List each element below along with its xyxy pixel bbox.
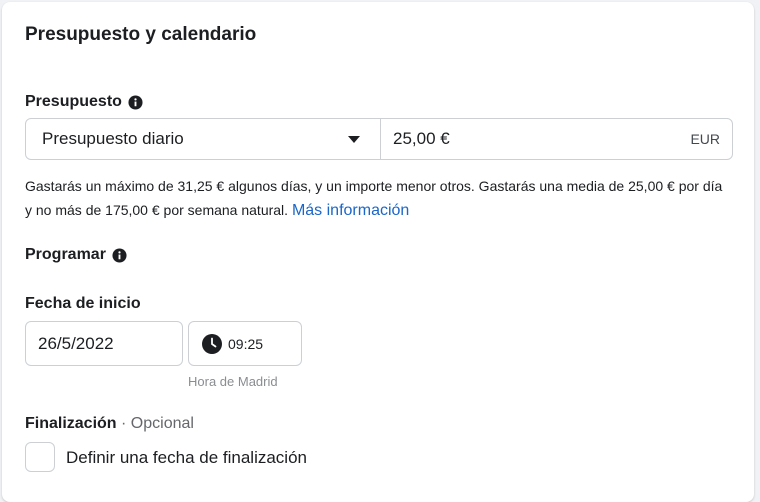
currency-label: EUR bbox=[690, 131, 720, 147]
end-section-label: Finalización · Opcional bbox=[25, 415, 194, 433]
budget-type-value: Presupuesto diario bbox=[42, 129, 184, 148]
budget-type-dropdown[interactable]: Presupuesto diario bbox=[26, 119, 381, 159]
separator-dot: · bbox=[116, 415, 131, 432]
budget-schedule-card: Presupuesto y calendario Presupuesto Pre… bbox=[2, 2, 754, 502]
info-icon[interactable] bbox=[128, 94, 143, 110]
budget-helper-text: Gastarás un máximo de 31,25 € algunos dí… bbox=[25, 174, 725, 223]
budget-amount-input[interactable]: 25,00 € EUR bbox=[381, 119, 732, 159]
clock-icon bbox=[202, 333, 222, 354]
budget-label: Presupuesto bbox=[25, 93, 122, 110]
more-info-link[interactable]: Más información bbox=[292, 202, 409, 219]
budget-section-label: Presupuesto bbox=[25, 93, 143, 111]
timezone-note: Hora de Madrid bbox=[188, 374, 278, 389]
optional-label: Opcional bbox=[130, 415, 194, 432]
info-icon[interactable] bbox=[112, 247, 127, 263]
schedule-section-label: Programar bbox=[25, 246, 127, 264]
start-date-input[interactable]: 26/5/2022 bbox=[25, 321, 183, 366]
schedule-label: Programar bbox=[25, 246, 106, 263]
end-date-checkbox[interactable] bbox=[25, 442, 55, 472]
budget-amount-value: 25,00 € bbox=[393, 129, 450, 148]
end-label: Finalización bbox=[25, 415, 117, 432]
start-time-value: 09:25 bbox=[228, 335, 264, 352]
caret-down-icon bbox=[348, 135, 360, 143]
end-date-checkbox-label[interactable]: Definir una fecha de finalización bbox=[66, 448, 307, 468]
start-date-value: 26/5/2022 bbox=[38, 333, 114, 353]
card-title: Presupuesto y calendario bbox=[25, 24, 257, 45]
budget-input-group: Presupuesto diario 25,00 € EUR bbox=[25, 118, 733, 160]
start-time-input[interactable]: 09:25 bbox=[188, 321, 302, 366]
start-date-label: Fecha de inicio bbox=[25, 295, 141, 312]
